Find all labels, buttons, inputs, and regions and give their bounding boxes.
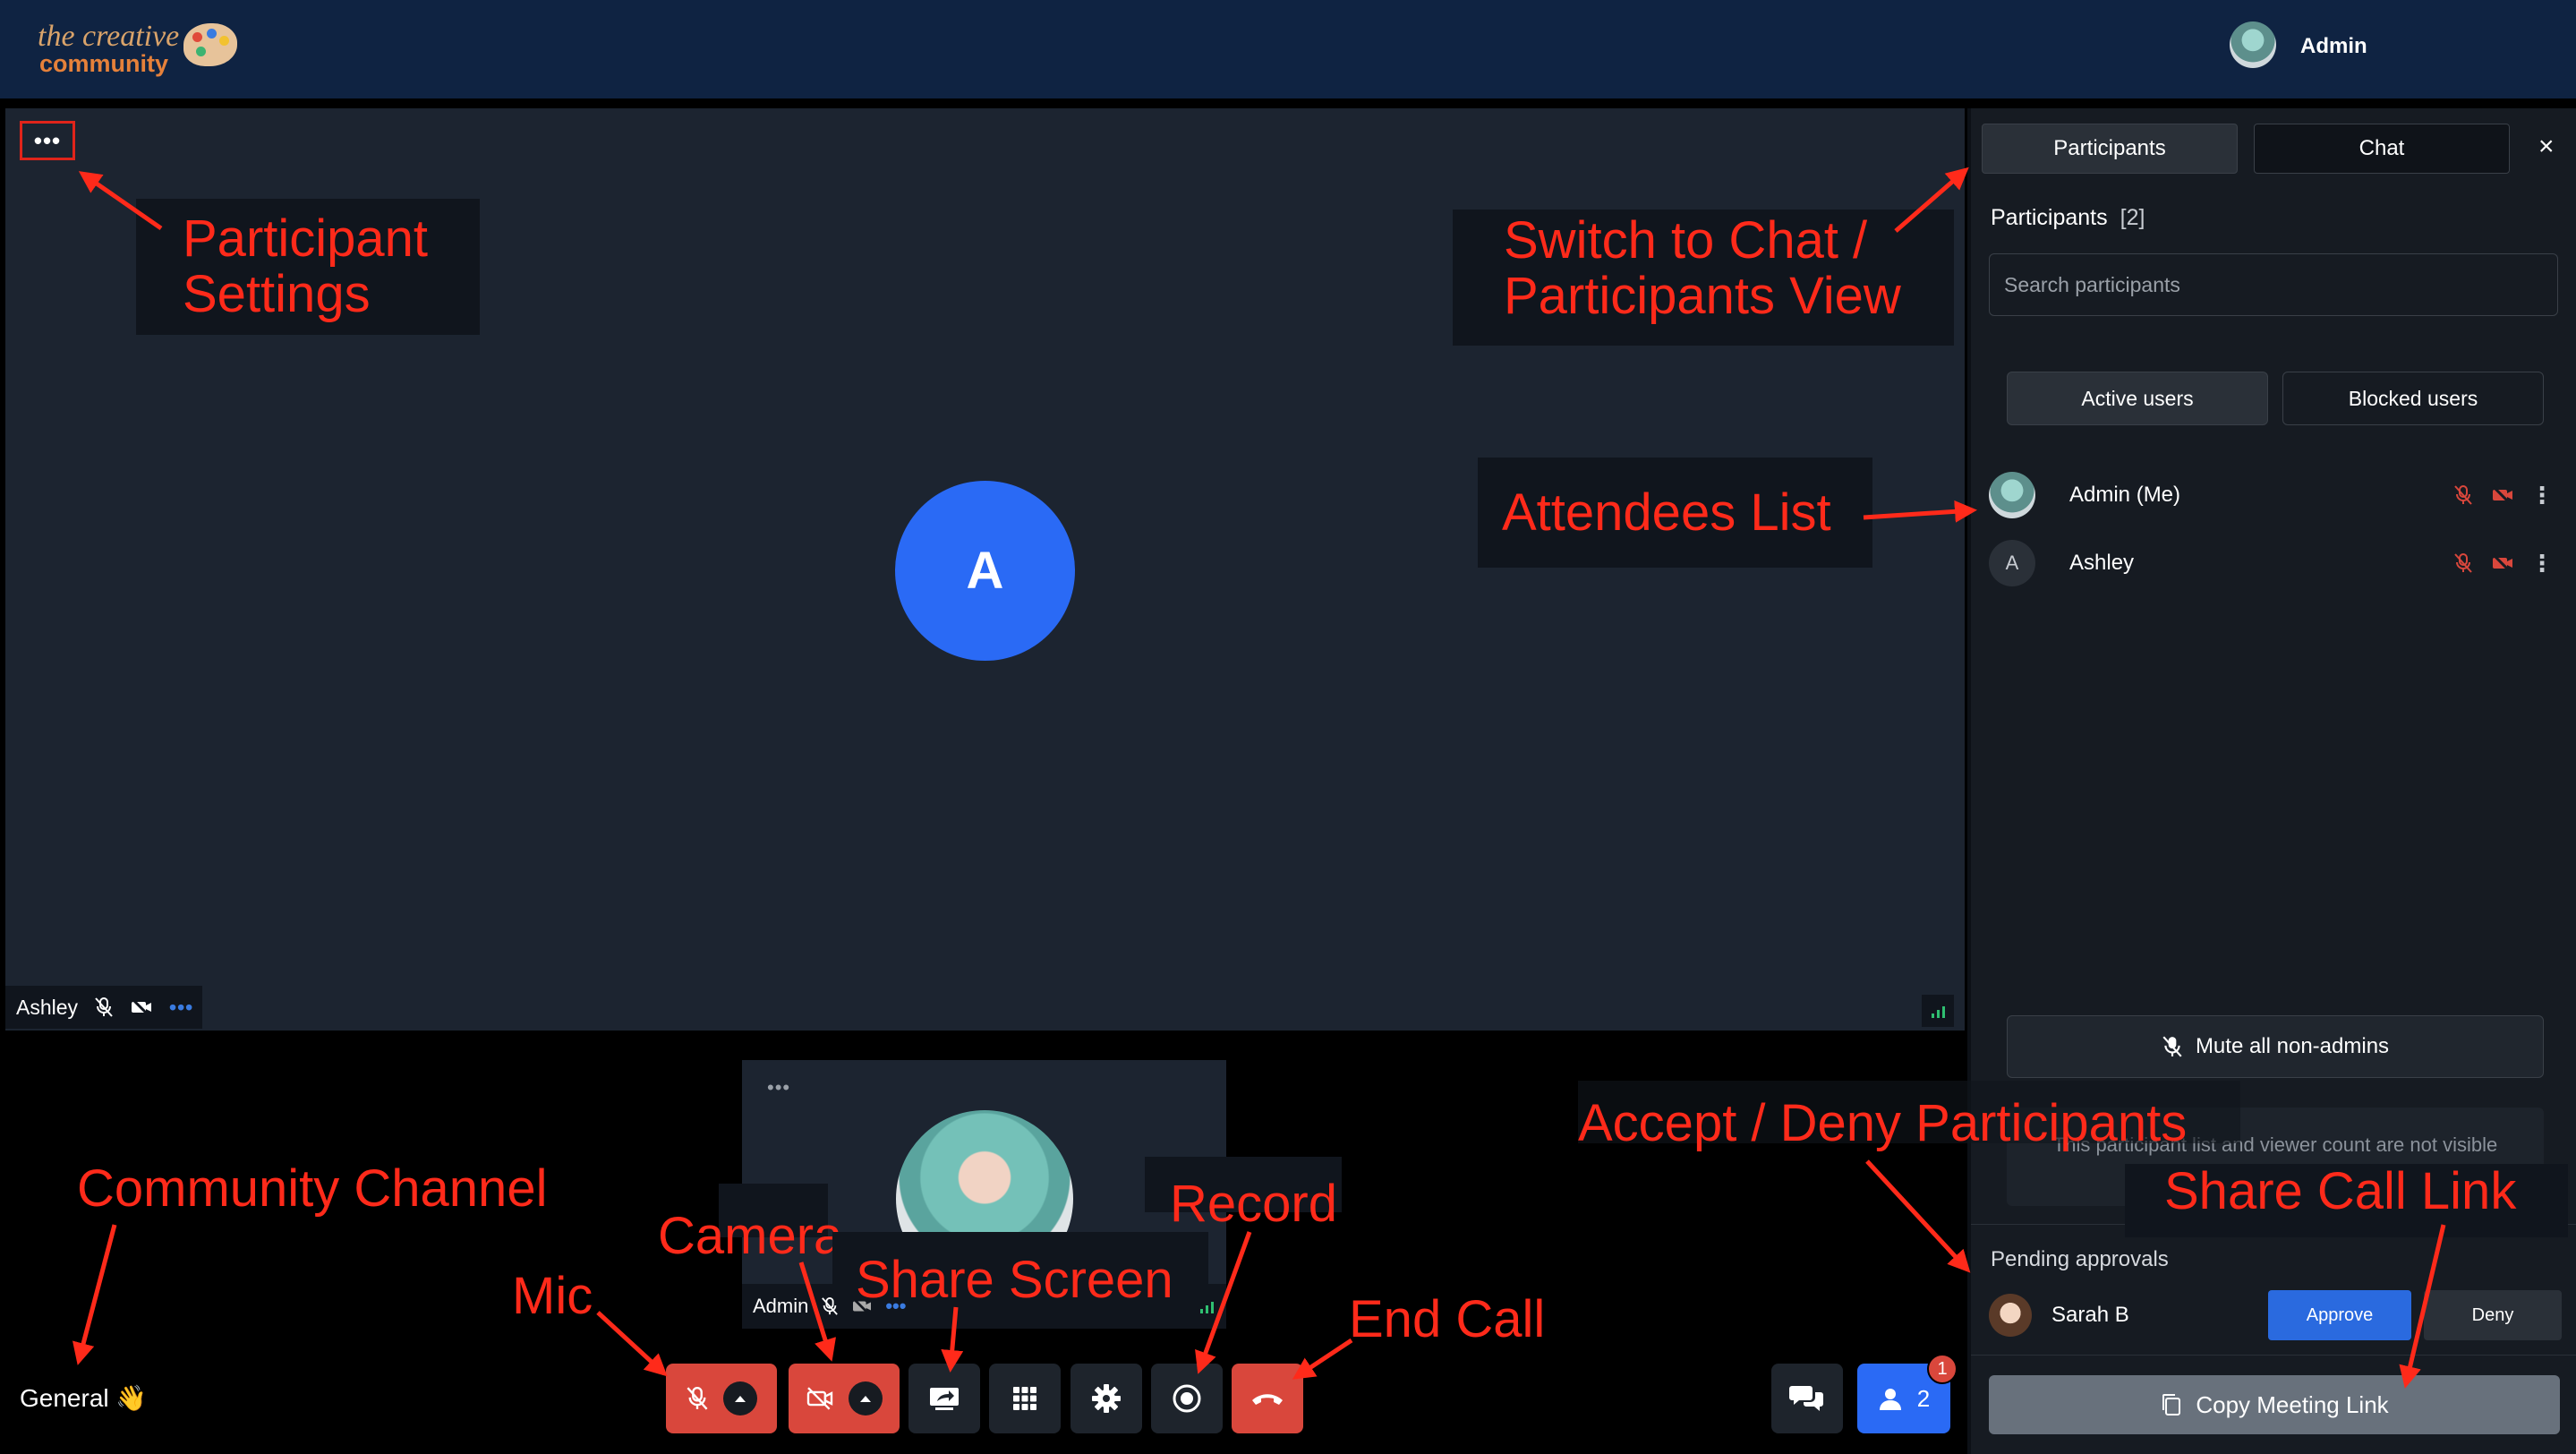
share-screen-icon: [930, 1388, 959, 1410]
notification-badge: 1: [1927, 1354, 1958, 1384]
share-screen-button[interactable]: [908, 1364, 980, 1433]
camera-off-icon[interactable]: [2483, 553, 2522, 573]
camera-off-icon: [806, 1387, 833, 1410]
self-name: Admin: [753, 1295, 809, 1317]
annotation-line: Settings: [183, 265, 371, 323]
participant-name: Admin (Me): [2069, 483, 2181, 507]
close-icon[interactable]: ×: [2538, 133, 2555, 160]
mic-off-icon: [687, 1387, 708, 1410]
search-participants-input[interactable]: [1989, 253, 2558, 316]
record-icon: [1173, 1384, 1201, 1413]
person-icon: [1879, 1389, 1901, 1410]
mic-toggle-button[interactable]: [666, 1364, 777, 1433]
camera-off-icon[interactable]: [2483, 485, 2522, 505]
participant-name: Ashley: [16, 995, 79, 1019]
connection-signal-icon: [1200, 1299, 1214, 1313]
copy-meeting-link-button[interactable]: Copy Meeting Link: [1989, 1375, 2560, 1434]
mute-all-button[interactable]: Mute all non-admins: [2007, 1015, 2544, 1078]
filter-active-users[interactable]: Active users: [2007, 372, 2268, 425]
pending-request-row: Sarah B Approve Deny: [1989, 1288, 2562, 1342]
mute-all-label: Mute all non-admins: [2195, 1034, 2390, 1058]
end-call-button[interactable]: [1232, 1364, 1303, 1433]
participant-settings-button[interactable]: •••: [20, 121, 75, 160]
annotation-switch-view: Switch to Chat / Participants View: [1504, 213, 1901, 324]
grid-icon: [1013, 1387, 1036, 1410]
mic-off-icon: [822, 1297, 839, 1315]
annotation-community-channel: Community Channel: [77, 1159, 548, 1218]
tab-chat[interactable]: Chat: [2254, 124, 2510, 174]
participants-heading-label: Participants: [1991, 205, 2108, 230]
participants-count-label: 2: [1916, 1384, 1931, 1412]
deny-button[interactable]: Deny: [2424, 1290, 2562, 1340]
arrow-accept-deny: [1865, 1159, 1971, 1273]
approve-button[interactable]: Approve: [2268, 1290, 2411, 1340]
participant-avatar: A: [895, 481, 1075, 661]
chat-bubbles-icon: [1789, 1386, 1823, 1411]
pending-avatar: [1989, 1294, 2032, 1337]
chevron-up-icon[interactable]: [849, 1381, 883, 1416]
filter-blocked-users[interactable]: Blocked users: [2282, 372, 2544, 425]
connection-signal-icon: [1922, 995, 1954, 1027]
more-horizontal-icon[interactable]: •••: [169, 996, 193, 1020]
participant-avatar: [1989, 472, 2035, 518]
annotation-line: Switch to Chat /: [1504, 211, 1868, 269]
participants-panel: Participants Chat × Participants [2] Acti…: [1967, 108, 2576, 1454]
hang-up-icon: [1252, 1394, 1283, 1405]
annotation-end-call: End Call: [1349, 1290, 1546, 1348]
mic-off-icon[interactable]: [2444, 552, 2483, 574]
more-vertical-icon[interactable]: ⋮: [2522, 550, 2562, 577]
annotation-share-call-link: Share Call Link: [2164, 1162, 2517, 1220]
annotation-share-screen: Share Screen: [856, 1251, 1173, 1309]
more-horizontal-icon[interactable]: •••: [767, 1076, 790, 1099]
annotation-participant-settings: Participant Settings: [183, 211, 428, 322]
annotation-camera: Camera: [658, 1207, 843, 1265]
pending-approvals-title: Pending approvals: [1991, 1247, 2169, 1271]
camera-off-icon: [130, 997, 152, 1017]
annotation-attendees-list: Attendees List: [1502, 483, 1831, 542]
copy-meeting-link-label: Copy Meeting Link: [2196, 1390, 2389, 1418]
participants-count: [2]: [2120, 205, 2145, 230]
community-logo[interactable]: the creative community: [38, 16, 252, 79]
mic-off-icon[interactable]: [2444, 484, 2483, 506]
palette-icon: [183, 23, 237, 66]
copy-icon: [2162, 1394, 2181, 1416]
user-name[interactable]: Admin: [2300, 34, 2367, 59]
participant-avatar: A: [1989, 540, 2035, 586]
tab-participants[interactable]: Participants: [1982, 124, 2238, 174]
mic-off-icon: [2162, 1036, 2182, 1057]
participant-name: Ashley: [2069, 551, 2135, 575]
arrow-mic: [596, 1311, 668, 1377]
annotation-record: Record: [1170, 1175, 1337, 1233]
chat-toggle-button[interactable]: [1771, 1364, 1843, 1433]
more-horizontal-icon: •••: [33, 126, 62, 154]
divider: [1971, 1355, 2576, 1356]
participant-row: Admin (Me) ⋮: [1989, 468, 2562, 522]
logo-text-line1: the creative: [38, 20, 180, 53]
record-button[interactable]: [1151, 1364, 1223, 1433]
annotation-line: Participant: [183, 210, 429, 268]
participant-row: A Ashley ⋮: [1989, 536, 2562, 590]
settings-button[interactable]: [1070, 1364, 1142, 1433]
participants-heading: Participants [2]: [1991, 205, 2145, 231]
annotation-mic: Mic: [512, 1267, 593, 1325]
apps-button[interactable]: [989, 1364, 1061, 1433]
participant-name-strip: Ashley •••: [5, 986, 202, 1029]
logo-text-line2: community: [39, 50, 169, 77]
pending-name: Sarah B: [2051, 1303, 2129, 1327]
gear-icon: [1092, 1384, 1121, 1413]
camera-toggle-button[interactable]: [789, 1364, 900, 1433]
annotation-line: Participants View: [1504, 267, 1901, 325]
arrow-end-call: [1292, 1338, 1353, 1380]
community-channel-link[interactable]: General 👋: [20, 1383, 147, 1413]
chevron-up-icon[interactable]: [723, 1381, 757, 1416]
more-vertical-icon[interactable]: ⋮: [2522, 482, 2562, 509]
user-avatar[interactable]: [2230, 21, 2276, 68]
annotation-accept-deny: Accept / Deny Participants: [1578, 1094, 2188, 1152]
top-bar: the creative community Admin: [0, 0, 2576, 98]
arrow-community-channel: [73, 1224, 117, 1365]
mic-off-icon: [95, 997, 113, 1017]
